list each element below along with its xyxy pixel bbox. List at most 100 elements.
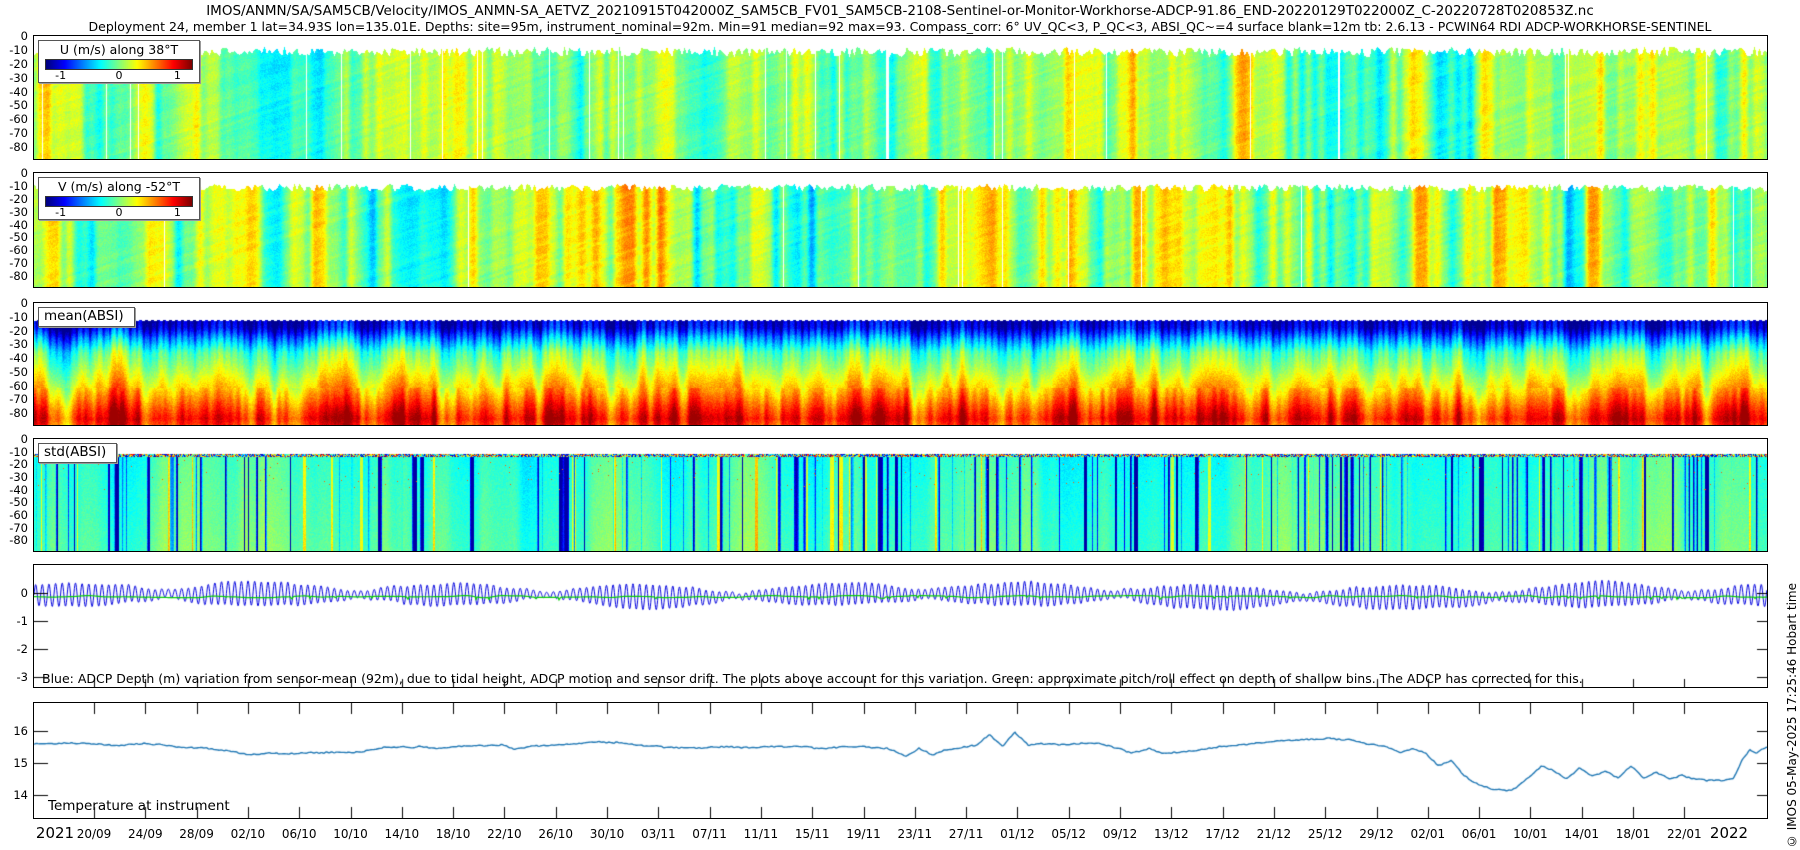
figure-subtitle: Deployment 24, member 1 lat=34.93S lon=1… (0, 19, 1800, 34)
v-velocity-heatmap (34, 173, 1767, 287)
absi-std-label: std(ABSI) (38, 443, 117, 463)
v-depth-axis-labels: 0-10-20-30-40-50-60-70-80 (1, 173, 30, 287)
temperature-label: Temperature at instrument (48, 798, 230, 814)
y-tick-label: -3 (17, 670, 28, 684)
x-tick-label: 11/11 (744, 827, 779, 841)
x-tick-label: 15/11 (795, 827, 830, 841)
y-tick-label: -30 (9, 337, 28, 351)
y-tick-label: -20 (9, 324, 28, 338)
colorbar-tick-label: 1 (174, 206, 181, 219)
x-tick-label: 22/10 (487, 827, 522, 841)
y-tick-label: -10 (9, 310, 28, 324)
v-colorbar-legend: V (m/s) along -52°T -1 0 1 (38, 177, 200, 220)
u-velocity-heatmap (34, 36, 1767, 159)
x-tick-label: 01/12 (1000, 827, 1035, 841)
y-tick-label: -40 (9, 218, 28, 232)
x-tick-label: 24/09 (128, 827, 163, 841)
u-colorbar-title: U (m/s) along 38°T (39, 42, 199, 57)
v-colorbar-title: V (m/s) along -52°T (39, 179, 199, 194)
x-tick-label: 18/10 (436, 827, 471, 841)
x-tick-label: 29/12 (1359, 827, 1394, 841)
depth-variation-annotation: Blue: ADCP Depth (m) variation from sens… (42, 671, 1583, 686)
y-tick-label: -30 (9, 71, 28, 85)
y-tick-label: -20 (9, 192, 28, 206)
depth-variation-axis-labels: 0 -1 -2 -3 (1, 565, 30, 687)
x-tick-label: 22/01 (1667, 827, 1702, 841)
colorbar-tick-label: 0 (116, 69, 123, 82)
x-tick-label: 06/01 (1462, 827, 1497, 841)
x-tick-label: 23/11 (898, 827, 933, 841)
x-tick-label: 17/12 (1205, 827, 1240, 841)
y-tick-label: -80 (9, 140, 28, 154)
x-axis-year-start: 2021 (36, 824, 74, 842)
colorbar-tick-label: -1 (55, 206, 66, 219)
x-tick-label: 25/12 (1308, 827, 1343, 841)
imos-watermark: © IMOS 05-May-2025 17:25:46 Hobart time (1785, 583, 1799, 848)
panel-absi-mean: 0-10-20-30-40-50-60-70-80 mean(ABSI) (33, 302, 1768, 426)
x-tick-label: 21/12 (1257, 827, 1292, 841)
y-tick-label: -70 (9, 256, 28, 270)
y-tick-label: 0 (21, 29, 28, 43)
panel-temperature: 161514 Temperature at instrument (33, 702, 1768, 819)
absi-std-heatmap (34, 439, 1767, 551)
x-tick-label: 26/10 (538, 827, 573, 841)
x-tick-label: 28/09 (179, 827, 214, 841)
panel-absi-std: 0-10-20-30-40-50-60-70-80 std(ABSI) (33, 438, 1768, 552)
y-tick-label: -2 (17, 642, 28, 656)
x-tick-label: 18/01 (1616, 827, 1651, 841)
y-tick-label: -50 (9, 365, 28, 379)
y-tick-label: -20 (9, 57, 28, 71)
y-tick-label: 16 (13, 724, 28, 738)
x-tick-label: 10/01 (1513, 827, 1548, 841)
x-tick-label: 02/10 (231, 827, 266, 841)
x-tick-label: 27/11 (949, 827, 984, 841)
x-tick-label: 14/01 (1564, 827, 1599, 841)
y-tick-label: -80 (9, 406, 28, 420)
x-tick-label: 09/12 (1103, 827, 1138, 841)
x-tick-label: 05/12 (1051, 827, 1086, 841)
x-tick-label: 30/10 (590, 827, 625, 841)
absi-mean-label: mean(ABSI) (38, 307, 135, 327)
y-tick-label: 14 (13, 788, 28, 802)
figure-title: IMOS/ANMN/SA/SAM5CB/Velocity/IMOS_ANMN-S… (0, 3, 1800, 19)
colorbar-tick-label: -1 (55, 69, 66, 82)
y-tick-label: 0 (21, 586, 28, 600)
x-axis-year-end: 2022 (1710, 824, 1748, 842)
y-tick-label: -10 (9, 43, 28, 57)
panel-v-velocity: 0-10-20-30-40-50-60-70-80 V (m/s) along … (33, 172, 1768, 288)
y-tick-label: -1 (17, 614, 28, 628)
y-tick-label: -60 (9, 112, 28, 126)
u-depth-axis-labels: 0-10-20-30-40-50-60-70-80 (1, 36, 30, 159)
x-tick-label: 02/01 (1411, 827, 1446, 841)
x-tick-label: 13/12 (1154, 827, 1189, 841)
depth-variation-line-chart (34, 565, 1767, 687)
x-tick-label: 03/11 (641, 827, 676, 841)
y-tick-label: -70 (9, 392, 28, 406)
adcp-velocity-figure: IMOS/ANMN/SA/SAM5CB/Velocity/IMOS_ANMN-S… (0, 0, 1800, 850)
x-tick-label: 20/09 (77, 827, 112, 841)
u-colorbar-legend: U (m/s) along 38°T -1 0 1 (38, 40, 200, 83)
y-tick-label: -60 (9, 379, 28, 393)
y-tick-label: 0 (21, 296, 28, 310)
absi-mean-depth-axis-labels: 0-10-20-30-40-50-60-70-80 (1, 303, 30, 425)
x-tick-label: 07/11 (692, 827, 727, 841)
colorbar-tick-label: 1 (174, 69, 181, 82)
u-colorbar-tick-labels: -1 0 1 (46, 68, 192, 81)
y-tick-label: -70 (9, 126, 28, 140)
y-tick-label: -40 (9, 351, 28, 365)
x-tick-label: 19/11 (846, 827, 881, 841)
y-tick-label: -50 (9, 98, 28, 112)
y-tick-label: -80 (9, 269, 28, 283)
x-tick-label: 06/10 (282, 827, 317, 841)
y-tick-label: -40 (9, 85, 28, 99)
absi-std-depth-axis-labels: 0-10-20-30-40-50-60-70-80 (1, 439, 30, 551)
panel-u-velocity: 0-10-20-30-40-50-60-70-80 U (m/s) along … (33, 35, 1768, 160)
temperature-axis-labels: 161514 (1, 703, 30, 818)
y-tick-label: -80 (9, 533, 28, 547)
colorbar-tick-label: 0 (116, 206, 123, 219)
panel-depth-variation: 0-1-2-3 Blue: ADCP Depth (m) variation f… (33, 564, 1768, 688)
absi-mean-heatmap (34, 303, 1767, 425)
x-tick-label: 10/10 (333, 827, 368, 841)
temperature-line-chart (34, 703, 1767, 818)
v-colorbar-tick-labels: -1 0 1 (46, 205, 192, 218)
